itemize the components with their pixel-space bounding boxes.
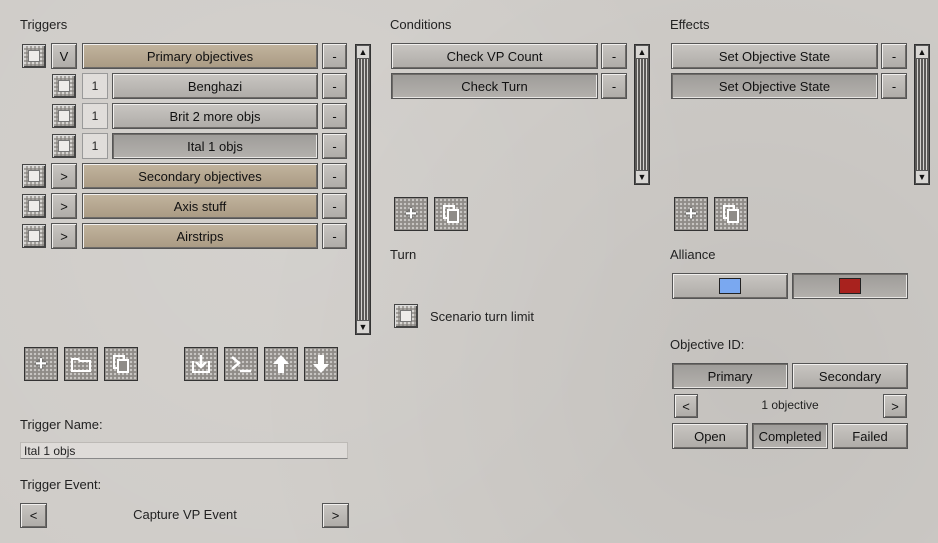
objective-id-label: Objective ID:	[670, 337, 745, 352]
trigger-checkbox-ital[interactable]	[52, 134, 76, 158]
add-icon[interactable]: +	[394, 197, 428, 231]
trigger-event-label: Trigger Event:	[20, 477, 102, 492]
folder-icon[interactable]	[64, 347, 98, 381]
trigger-checkbox-secondary[interactable]	[22, 164, 46, 188]
console-icon[interactable]	[224, 347, 258, 381]
trigger-checkbox-benghazi[interactable]	[52, 74, 76, 98]
turn-label: Turn	[390, 247, 417, 262]
trigger-checkbox-primary[interactable]	[22, 44, 46, 68]
expand-toggle-secondary[interactable]: >	[51, 163, 77, 189]
trigger-name-input[interactable]: Ital 1 objs	[20, 442, 348, 459]
effects-header: Effects	[670, 17, 710, 32]
remove-trigger-button[interactable]: -	[322, 223, 347, 249]
alliance-axis-button[interactable]	[792, 273, 908, 299]
trigger-count: 1	[82, 133, 108, 159]
trigger-group-airstrips[interactable]: Airstrips	[82, 223, 318, 249]
trigger-event-value: Capture VP Event	[133, 507, 237, 522]
trigger-group-axis-stuff[interactable]: Axis stuff	[82, 193, 318, 219]
objective-prev-button[interactable]: <	[674, 394, 698, 418]
trigger-event-prev-button[interactable]: <	[20, 503, 47, 528]
trigger-ital-1-objs[interactable]: Ital 1 objs	[112, 133, 318, 159]
trigger-checkbox-brit[interactable]	[52, 104, 76, 128]
add-icon[interactable]: +	[674, 197, 708, 231]
condition-check-vp-count[interactable]: Check VP Count	[391, 43, 598, 69]
trigger-brit-2-more-objs[interactable]: Brit 2 more objs	[112, 103, 318, 129]
expand-toggle-primary[interactable]: V	[51, 43, 77, 69]
trigger-count: 1	[82, 103, 108, 129]
remove-effect-button[interactable]: -	[881, 73, 907, 99]
state-failed-button[interactable]: Failed	[832, 423, 908, 449]
copy-icon[interactable]	[434, 197, 468, 231]
scenario-turn-limit-label: Scenario turn limit	[430, 309, 535, 324]
expand-toggle-axis[interactable]: >	[51, 193, 77, 219]
copy-icon[interactable]	[104, 347, 138, 381]
alliance-allies-button[interactable]	[672, 273, 788, 299]
remove-trigger-button[interactable]: -	[322, 73, 347, 99]
trigger-group-primary-objectives[interactable]: Primary objectives	[82, 43, 318, 69]
remove-effect-button[interactable]: -	[881, 43, 907, 69]
objective-primary-button[interactable]: Primary	[672, 363, 788, 389]
allies-color-swatch	[719, 278, 741, 294]
scroll-down-arrow-icon[interactable]: ▼	[915, 170, 929, 184]
objective-value: 1 objective	[761, 398, 819, 412]
trigger-count: 1	[82, 73, 108, 99]
alliance-label: Alliance	[670, 247, 716, 262]
trigger-group-secondary-objectives[interactable]: Secondary objectives	[82, 163, 318, 189]
move-up-icon[interactable]	[264, 347, 298, 381]
effect-set-objective-state[interactable]: Set Objective State	[671, 73, 878, 99]
scroll-up-arrow-icon[interactable]: ▲	[635, 45, 649, 59]
objective-next-button[interactable]: >	[883, 394, 907, 418]
scroll-down-arrow-icon[interactable]: ▼	[635, 170, 649, 184]
trigger-event-next-button[interactable]: >	[322, 503, 349, 528]
remove-trigger-button[interactable]: -	[322, 43, 347, 69]
scroll-down-arrow-icon[interactable]: ▼	[356, 320, 370, 334]
remove-trigger-button[interactable]: -	[322, 193, 347, 219]
remove-condition-button[interactable]: -	[601, 43, 627, 69]
trigger-checkbox-axis[interactable]	[22, 194, 46, 218]
effect-set-objective-state[interactable]: Set Objective State	[671, 43, 878, 69]
state-open-button[interactable]: Open	[672, 423, 748, 449]
remove-condition-button[interactable]: -	[601, 73, 627, 99]
triggers-scrollbar[interactable]: ▲ ▼	[355, 44, 371, 335]
conditions-header: Conditions	[390, 17, 452, 32]
trigger-benghazi[interactable]: Benghazi	[112, 73, 318, 99]
move-down-icon[interactable]	[304, 347, 338, 381]
trigger-checkbox-airstrips[interactable]	[22, 224, 46, 248]
expand-toggle-airstrips[interactable]: >	[51, 223, 77, 249]
scroll-up-arrow-icon[interactable]: ▲	[356, 45, 370, 59]
triggers-header: Triggers	[20, 17, 68, 32]
objective-secondary-button[interactable]: Secondary	[792, 363, 908, 389]
remove-trigger-button[interactable]: -	[322, 103, 347, 129]
add-icon[interactable]: +	[24, 347, 58, 381]
axis-color-swatch	[839, 278, 861, 294]
scroll-up-arrow-icon[interactable]: ▲	[915, 45, 929, 59]
copy-icon[interactable]	[714, 197, 748, 231]
remove-trigger-button[interactable]: -	[322, 133, 347, 159]
effects-scrollbar[interactable]: ▲ ▼	[914, 44, 930, 185]
conditions-scrollbar[interactable]: ▲ ▼	[634, 44, 650, 185]
trigger-name-label: Trigger Name:	[20, 417, 103, 432]
state-completed-button[interactable]: Completed	[752, 423, 828, 449]
condition-check-turn[interactable]: Check Turn	[391, 73, 598, 99]
import-icon[interactable]	[184, 347, 218, 381]
scenario-turn-limit-checkbox[interactable]	[394, 304, 418, 328]
remove-trigger-button[interactable]: -	[322, 163, 347, 189]
